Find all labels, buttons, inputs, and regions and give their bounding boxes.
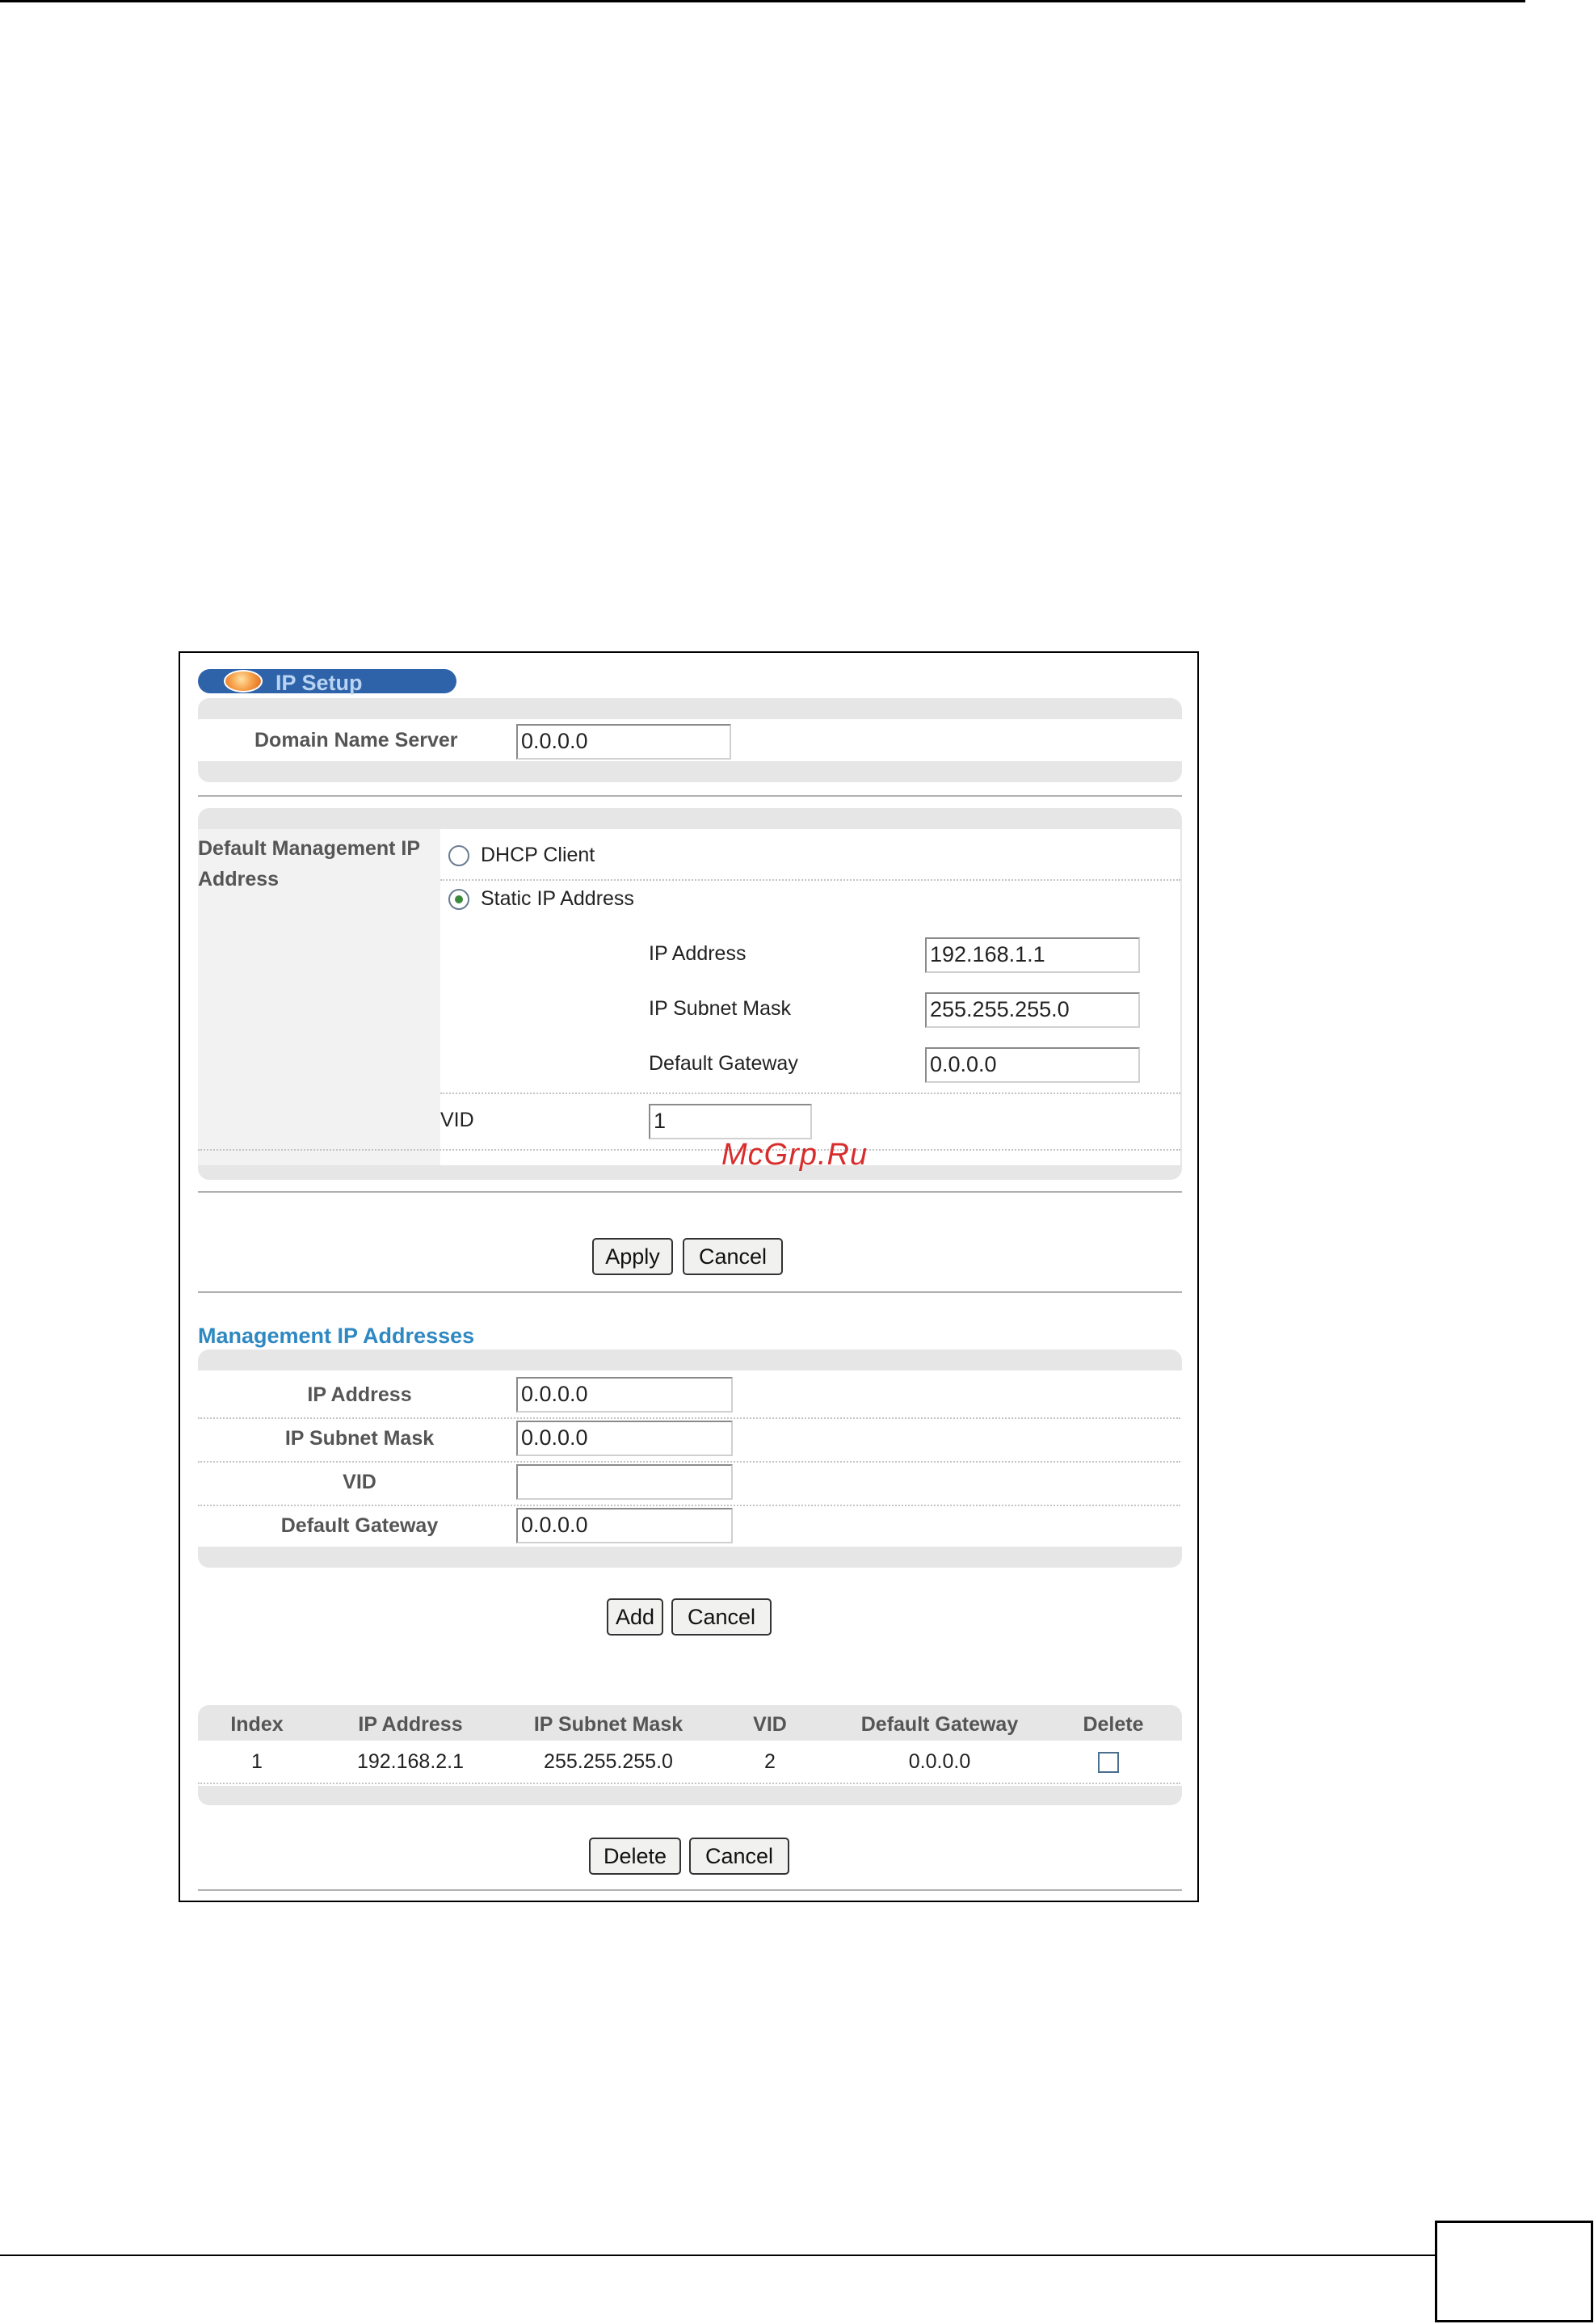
col-delete: Delete <box>1083 1713 1144 1736</box>
page-bottom-rule <box>0 2255 1435 2256</box>
col-default-gateway: Default Gateway <box>860 1713 1019 1736</box>
cancel-delete-button[interactable]: Cancel <box>689 1838 789 1875</box>
default-ip-label: IP Address <box>649 942 747 965</box>
dhcp-client-label: DHCP Client <box>481 844 595 866</box>
row-default-gateway: 0.0.0.0 <box>908 1750 971 1773</box>
row-separator <box>440 879 1180 881</box>
row-separator <box>198 1417 1180 1419</box>
divider <box>198 1889 1182 1891</box>
dns-section: Domain Name Server 0.0.0.0 <box>198 698 1182 782</box>
default-mask-label: IP Subnet Mask <box>649 997 792 1020</box>
vid-label: VID <box>440 1109 474 1131</box>
row-delete-checkbox[interactable] <box>1098 1752 1119 1773</box>
default-gateway-input[interactable]: 0.0.0.0 <box>925 1047 1140 1083</box>
page-top-rule <box>0 0 1525 2</box>
divider <box>198 795 1182 797</box>
col-ip-address: IP Address <box>358 1713 463 1736</box>
cancel-button[interactable]: Cancel <box>683 1238 783 1275</box>
delete-button[interactable]: Delete <box>589 1838 681 1875</box>
watermark-text: McGrp.Ru <box>721 1138 868 1172</box>
default-mgmt-label: Default Management IP <box>198 837 421 860</box>
default-gateway-label: Default Gateway <box>649 1052 798 1075</box>
dns-input[interactable]: 0.0.0.0 <box>516 724 731 760</box>
row-separator <box>198 1505 1180 1506</box>
mgmt-mask-input[interactable]: 0.0.0.0 <box>516 1421 733 1456</box>
default-mgmt-label-2: Address <box>198 868 280 890</box>
row-separator <box>198 1149 1180 1151</box>
dns-label: Domain Name Server <box>254 729 458 752</box>
row-index: 1 <box>251 1750 263 1773</box>
mgmt-mask-label: IP Subnet Mask <box>284 1427 435 1450</box>
divider <box>198 1191 1182 1193</box>
row-vid: 2 <box>764 1750 776 1773</box>
orb-icon <box>224 670 263 693</box>
mgmt-gateway-input[interactable]: 0.0.0.0 <box>516 1508 733 1543</box>
mgmt-vid-input[interactable] <box>516 1464 733 1500</box>
ip-setup-screen: IP Setup Domain Name Server 0.0.0.0 Defa… <box>179 651 1199 1902</box>
mgmt-vid-label: VID <box>343 1471 376 1493</box>
static-ip-label: Static IP Address <box>481 887 634 910</box>
mgmt-ip-heading: Management IP Addresses <box>198 1324 475 1348</box>
panel-title-bar: IP Setup <box>198 669 456 695</box>
vid-input[interactable]: 1 <box>649 1104 812 1139</box>
mgmt-ip-label: IP Address <box>307 1383 412 1406</box>
mgmt-ip-input[interactable]: 0.0.0.0 <box>516 1377 733 1413</box>
dhcp-client-radio[interactable] <box>448 845 469 866</box>
cancel-add-button[interactable]: Cancel <box>671 1598 772 1636</box>
col-index: Index <box>230 1713 284 1736</box>
col-ip-subnet-mask: IP Subnet Mask <box>533 1713 683 1736</box>
panel-title: IP Setup <box>275 671 363 695</box>
default-mask-input[interactable]: 255.255.255.0 <box>925 992 1140 1028</box>
divider <box>198 1291 1182 1293</box>
row-separator <box>198 1461 1180 1463</box>
row-separator <box>198 1783 1180 1784</box>
static-ip-radio[interactable] <box>448 889 469 910</box>
default-ip-input[interactable]: 192.168.1.1 <box>925 937 1140 973</box>
apply-button[interactable]: Apply <box>592 1238 673 1275</box>
page-number-box <box>1435 2221 1593 2322</box>
row-ip-address: 192.168.2.1 <box>356 1750 465 1773</box>
row-separator <box>440 1093 1180 1094</box>
mgmt-gateway-label: Default Gateway <box>280 1514 439 1537</box>
col-vid: VID <box>753 1713 787 1736</box>
row-ip-subnet-mask: 255.255.255.0 <box>544 1750 673 1773</box>
add-button[interactable]: Add <box>607 1598 663 1636</box>
